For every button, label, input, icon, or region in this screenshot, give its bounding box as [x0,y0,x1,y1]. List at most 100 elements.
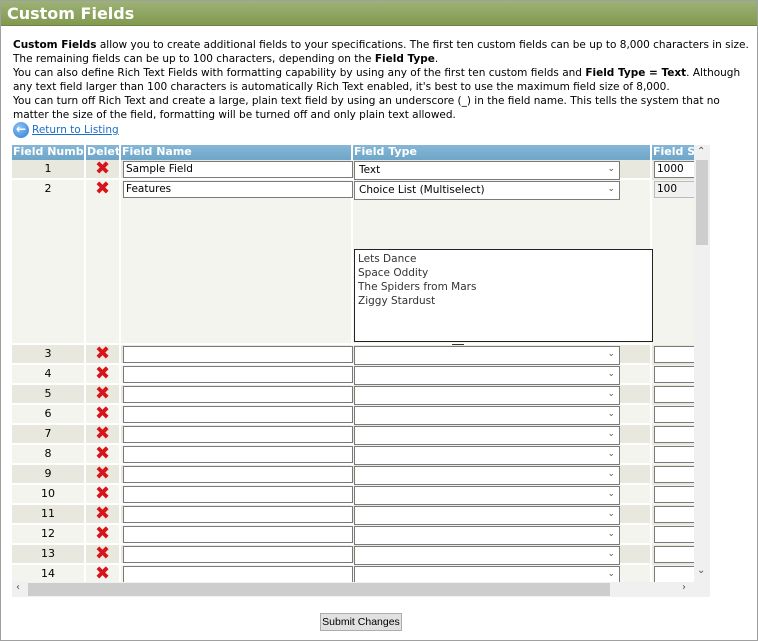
delete-icon[interactable]: ✖ [86,405,121,425]
choice-item[interactable]: Ziggy Stardust [358,294,649,308]
delete-icon[interactable]: ✖ [86,160,121,180]
field-size-input[interactable] [654,426,694,443]
field-type-select[interactable]: Choice List (Multiselect) ⌄ [354,181,620,200]
scroll-down-icon[interactable]: ⌄ [697,565,705,576]
delete-icon[interactable]: ✖ [86,485,121,505]
delete-icon[interactable]: ✖ [86,180,121,345]
field-name-input[interactable] [123,566,353,582]
scroll-thumb[interactable] [696,160,708,245]
field-type-select[interactable]: ⌄ [354,486,620,505]
intro-part: . [434,53,439,65]
field-number: 8 [12,445,86,465]
field-name-input[interactable] [123,466,353,483]
return-link[interactable]: Return to Listing [32,124,119,136]
delete-icon[interactable]: ✖ [86,545,121,565]
field-number: 13 [12,545,86,565]
field-name-input[interactable]: Sample Field [123,161,353,178]
field-size-input[interactable] [654,526,694,543]
field-name-input[interactable] [123,546,353,563]
intro-part: You can turn off Rich Text and create a … [13,95,720,121]
field-type-select[interactable]: ⌄ [354,526,620,545]
field-type-select[interactable]: ⌄ [354,546,620,565]
field-number: 9 [12,465,86,485]
field-type-select[interactable]: ⌄ [354,346,620,365]
field-type-select[interactable]: ⌄ [354,426,620,445]
field-size-input[interactable] [654,506,694,523]
intro-text: Custom Fields allow you to create additi… [13,38,753,122]
field-number: 10 [12,485,86,505]
scroll-right-icon[interactable]: › [682,582,686,593]
field-type-select[interactable]: ⌄ [354,386,620,405]
intro-bold: Custom Fields [13,39,97,51]
delete-icon[interactable]: ✖ [86,345,121,365]
field-type-select[interactable]: ⌄ [354,446,620,465]
table-row: 4 ✖ ⌄ [12,365,694,385]
field-size-input[interactable] [654,346,694,363]
delete-icon[interactable]: ✖ [86,385,121,405]
chevron-down-icon: ⌄ [607,349,615,359]
field-type-select[interactable]: Text ⌄ [354,161,620,180]
chevron-down-icon: ⌄ [607,449,615,459]
chevron-down-icon: ⌄ [607,529,615,539]
field-type-select[interactable]: ⌄ [354,506,620,525]
choice-item[interactable]: Lets Dance [358,252,649,266]
field-type-select[interactable]: ⌄ [354,366,620,385]
field-number: 11 [12,505,86,525]
field-name-input[interactable]: Features [123,181,353,198]
field-name-input[interactable] [123,346,353,363]
field-type-select[interactable]: ⌄ [354,406,620,425]
field-type-select[interactable]: ⌄ [354,566,620,582]
field-name-input[interactable] [123,506,353,523]
field-number: 14 [12,565,86,582]
table-row: 12 ✖ ⌄ [12,525,694,545]
delete-icon[interactable]: ✖ [86,425,121,445]
intro-bold: Field Type [374,53,435,65]
field-name-input[interactable] [123,366,353,383]
field-size-input[interactable] [654,386,694,403]
choice-item[interactable]: The Spiders from Mars [358,280,649,294]
choice-item[interactable]: Space Oddity [358,266,649,280]
scroll-up-icon[interactable]: ⌃ [697,146,705,157]
table-row: 9 ✖ ⌄ [12,465,694,485]
delete-icon[interactable]: ✖ [86,565,121,582]
delete-icon[interactable]: ✖ [86,445,121,465]
vertical-scrollbar[interactable]: ⌃ ⌄ [694,145,710,582]
field-number: 4 [12,365,86,385]
field-name-input[interactable] [123,446,353,463]
table-row: 10 ✖ ⌄ [12,485,694,505]
delete-icon[interactable]: ✖ [86,365,121,385]
horizontal-scrollbar[interactable]: ‹ › [12,582,710,597]
field-number: 7 [12,425,86,445]
field-size-input[interactable] [654,566,694,582]
table-row: 2 ✖ Features Choice List (Multiselect) ⌄ 100 L… [12,180,694,356]
page-title: Custom Fields [1,1,757,26]
back-arrow-icon[interactable]: ← [13,122,29,138]
table-row: 7 ✖ ⌄ [12,425,694,445]
delete-icon[interactable]: ✖ [86,465,121,485]
field-size-input[interactable] [654,366,694,383]
delete-icon[interactable]: ✖ [86,505,121,525]
field-size-input[interactable] [654,546,694,563]
field-name-input[interactable] [123,406,353,423]
column-header: Field Number [12,145,86,160]
return-to-listing[interactable]: ← Return to Listing [13,122,119,138]
table-row: 1 ✖ Sample Field Text ⌄ 1000 [12,160,694,180]
field-size-input[interactable] [654,446,694,463]
field-number: 6 [12,405,86,425]
field-size-input[interactable] [654,486,694,503]
chevron-down-icon: ⌄ [607,549,615,559]
delete-icon[interactable]: ✖ [86,525,121,545]
choice-list[interactable]: Lets Dance Space Oddity The Spiders from M… [354,249,653,342]
field-size-input[interactable]: 1000 [654,161,694,178]
field-size-input[interactable] [654,406,694,423]
scroll-thumb[interactable] [28,583,610,596]
field-name-input[interactable] [123,526,353,543]
field-type-select[interactable]: ⌄ [354,466,620,485]
field-name-input[interactable] [123,486,353,503]
submit-changes-button[interactable]: Submit Changes [320,613,402,631]
field-size-input[interactable] [654,466,694,483]
field-size-input[interactable]: 100 [654,181,694,198]
scroll-left-icon[interactable]: ‹ [16,582,20,593]
field-name-input[interactable] [123,386,353,403]
field-name-input[interactable] [123,426,353,443]
